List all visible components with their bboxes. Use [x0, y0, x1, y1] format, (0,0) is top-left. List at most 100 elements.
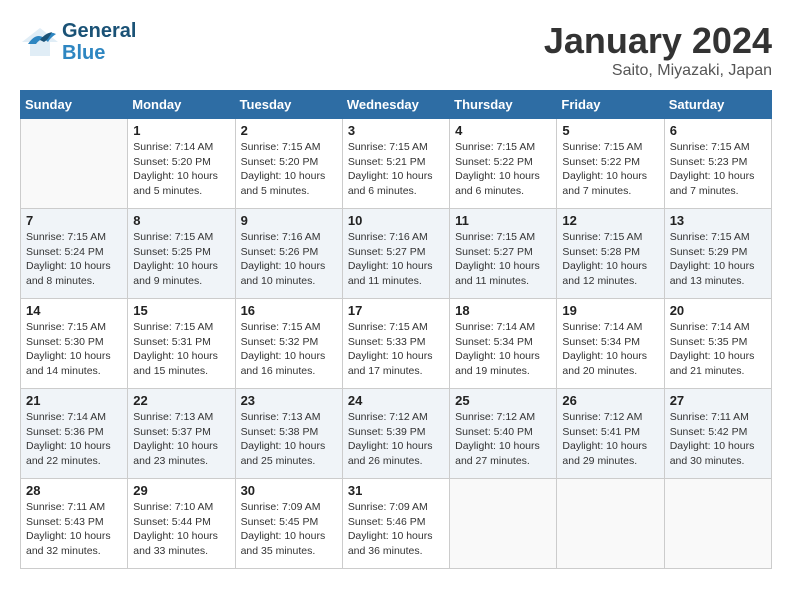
day-number: 24: [348, 393, 444, 408]
day-number: 15: [133, 303, 229, 318]
calendar-day-cell: 18 Sunrise: 7:14 AMSunset: 5:34 PMDayligh…: [450, 299, 557, 389]
calendar-day-cell: [557, 479, 664, 569]
calendar-day-cell: 29 Sunrise: 7:10 AMSunset: 5:44 PMDayligh…: [128, 479, 235, 569]
day-number: 2: [241, 123, 337, 138]
day-number: 30: [241, 483, 337, 498]
day-number: 26: [562, 393, 658, 408]
day-info: Sunrise: 7:15 AMSunset: 5:29 PMDaylight:…: [670, 230, 766, 289]
calendar-day-cell: 7Sunrise: 7:15 AMSunset: 5:24 PMDaylight…: [21, 209, 128, 299]
day-number: 17: [348, 303, 444, 318]
day-info: Sunrise: 7:15 AMSunset: 5:23 PMDaylight:…: [670, 140, 766, 199]
day-info: Sunrise: 7:13 AMSunset: 5:37 PMDaylight:…: [133, 410, 229, 469]
title-area: January 2024 Saito, Miyazaki, Japan: [544, 20, 772, 80]
day-info: Sunrise: 7:15 AMSunset: 5:22 PMDaylight:…: [562, 140, 658, 199]
calendar-day-cell: [664, 479, 771, 569]
calendar-day-cell: 20 Sunrise: 7:14 AMSunset: 5:35 PMDayligh…: [664, 299, 771, 389]
calendar-day-cell: 25 Sunrise: 7:12 AMSunset: 5:40 PMDayligh…: [450, 389, 557, 479]
calendar-day-cell: 19 Sunrise: 7:14 AMSunset: 5:34 PMDayligh…: [557, 299, 664, 389]
calendar-day-cell: 24 Sunrise: 7:12 AMSunset: 5:39 PMDayligh…: [342, 389, 449, 479]
day-info: Sunrise: 7:15 AMSunset: 5:27 PMDaylight:…: [455, 230, 551, 289]
day-number: 20: [670, 303, 766, 318]
calendar-day-cell: 16Sunrise: 7:15 AMSunset: 5:32 PMDayligh…: [235, 299, 342, 389]
day-info: Sunrise: 7:13 AMSunset: 5:38 PMDaylight:…: [241, 410, 337, 469]
calendar-day-cell: 11 Sunrise: 7:15 AMSunset: 5:27 PMDayligh…: [450, 209, 557, 299]
day-info: Sunrise: 7:15 AMSunset: 5:28 PMDaylight:…: [562, 230, 658, 289]
calendar-day-cell: 3Sunrise: 7:15 AMSunset: 5:21 PMDaylight…: [342, 119, 449, 209]
calendar-week-row: 7Sunrise: 7:15 AMSunset: 5:24 PMDaylight…: [21, 209, 772, 299]
calendar-day-cell: 21 Sunrise: 7:14 AMSunset: 5:36 PMDayligh…: [21, 389, 128, 479]
calendar-day-cell: 6 Sunrise: 7:15 AMSunset: 5:23 PMDaylight…: [664, 119, 771, 209]
day-number: 4: [455, 123, 551, 138]
day-info: Sunrise: 7:16 AMSunset: 5:26 PMDaylight:…: [241, 230, 337, 289]
day-info: Sunrise: 7:14 AMSunset: 5:36 PMDaylight:…: [26, 410, 122, 469]
day-number: 7: [26, 213, 122, 228]
day-info: Sunrise: 7:14 AMSunset: 5:35 PMDaylight:…: [670, 320, 766, 379]
calendar-week-row: 28Sunrise: 7:11 AMSunset: 5:43 PMDayligh…: [21, 479, 772, 569]
day-info: Sunrise: 7:16 AMSunset: 5:27 PMDaylight:…: [348, 230, 444, 289]
column-header-tuesday: Tuesday: [235, 91, 342, 119]
day-number: 19: [562, 303, 658, 318]
calendar-day-cell: 2 Sunrise: 7:15 AMSunset: 5:20 PMDaylight…: [235, 119, 342, 209]
column-header-sunday: Sunday: [21, 91, 128, 119]
column-header-monday: Monday: [128, 91, 235, 119]
calendar-day-cell: 13Sunrise: 7:15 AMSunset: 5:29 PMDayligh…: [664, 209, 771, 299]
day-info: Sunrise: 7:15 AMSunset: 5:31 PMDaylight:…: [133, 320, 229, 379]
calendar-day-cell: 26Sunrise: 7:12 AMSunset: 5:41 PMDayligh…: [557, 389, 664, 479]
calendar-day-cell: 28Sunrise: 7:11 AMSunset: 5:43 PMDayligh…: [21, 479, 128, 569]
calendar-header-row: SundayMondayTuesdayWednesdayThursdayFrid…: [21, 91, 772, 119]
day-info: Sunrise: 7:15 AMSunset: 5:30 PMDaylight:…: [26, 320, 122, 379]
day-number: 11: [455, 213, 551, 228]
column-header-saturday: Saturday: [664, 91, 771, 119]
calendar-title: January 2024: [544, 20, 772, 62]
day-number: 27: [670, 393, 766, 408]
day-number: 6: [670, 123, 766, 138]
column-header-wednesday: Wednesday: [342, 91, 449, 119]
day-number: 22: [133, 393, 229, 408]
day-number: 18: [455, 303, 551, 318]
day-number: 21: [26, 393, 122, 408]
logo-bird-icon: [20, 24, 60, 60]
logo-text-general: General: [62, 20, 136, 42]
day-info: Sunrise: 7:09 AMSunset: 5:46 PMDaylight:…: [348, 500, 444, 559]
logo: General Blue: [20, 20, 136, 64]
day-info: Sunrise: 7:15 AMSunset: 5:32 PMDaylight:…: [241, 320, 337, 379]
day-number: 14: [26, 303, 122, 318]
day-info: Sunrise: 7:14 AMSunset: 5:20 PMDaylight:…: [133, 140, 229, 199]
calendar-day-cell: 9 Sunrise: 7:16 AMSunset: 5:26 PMDaylight…: [235, 209, 342, 299]
day-number: 8: [133, 213, 229, 228]
column-header-friday: Friday: [557, 91, 664, 119]
calendar-week-row: 21 Sunrise: 7:14 AMSunset: 5:36 PMDayligh…: [21, 389, 772, 479]
calendar-day-cell: [450, 479, 557, 569]
calendar-day-cell: 8Sunrise: 7:15 AMSunset: 5:25 PMDaylight…: [128, 209, 235, 299]
calendar-day-cell: 4 Sunrise: 7:15 AMSunset: 5:22 PMDaylight…: [450, 119, 557, 209]
day-number: 25: [455, 393, 551, 408]
calendar-day-cell: 31Sunrise: 7:09 AMSunset: 5:46 PMDayligh…: [342, 479, 449, 569]
day-info: Sunrise: 7:09 AMSunset: 5:45 PMDaylight:…: [241, 500, 337, 559]
day-info: Sunrise: 7:12 AMSunset: 5:39 PMDaylight:…: [348, 410, 444, 469]
page-header: General Blue January 2024 Saito, Miyazak…: [20, 20, 772, 80]
day-info: Sunrise: 7:11 AMSunset: 5:42 PMDaylight:…: [670, 410, 766, 469]
day-number: 3: [348, 123, 444, 138]
calendar-week-row: 1 Sunrise: 7:14 AMSunset: 5:20 PMDaylight…: [21, 119, 772, 209]
calendar-day-cell: 12Sunrise: 7:15 AMSunset: 5:28 PMDayligh…: [557, 209, 664, 299]
day-number: 10: [348, 213, 444, 228]
calendar-week-row: 14 Sunrise: 7:15 AMSunset: 5:30 PMDayligh…: [21, 299, 772, 389]
calendar-day-cell: 10 Sunrise: 7:16 AMSunset: 5:27 PMDayligh…: [342, 209, 449, 299]
day-number: 29: [133, 483, 229, 498]
day-info: Sunrise: 7:12 AMSunset: 5:40 PMDaylight:…: [455, 410, 551, 469]
calendar-day-cell: 15 Sunrise: 7:15 AMSunset: 5:31 PMDayligh…: [128, 299, 235, 389]
calendar-day-cell: 1 Sunrise: 7:14 AMSunset: 5:20 PMDaylight…: [128, 119, 235, 209]
day-info: Sunrise: 7:14 AMSunset: 5:34 PMDaylight:…: [562, 320, 658, 379]
day-info: Sunrise: 7:14 AMSunset: 5:34 PMDaylight:…: [455, 320, 551, 379]
day-info: Sunrise: 7:10 AMSunset: 5:44 PMDaylight:…: [133, 500, 229, 559]
calendar-day-cell: 30 Sunrise: 7:09 AMSunset: 5:45 PMDayligh…: [235, 479, 342, 569]
day-info: Sunrise: 7:15 AMSunset: 5:20 PMDaylight:…: [241, 140, 337, 199]
logo-text-blue: Blue: [62, 42, 136, 64]
column-header-thursday: Thursday: [450, 91, 557, 119]
day-info: Sunrise: 7:15 AMSunset: 5:22 PMDaylight:…: [455, 140, 551, 199]
calendar-day-cell: [21, 119, 128, 209]
day-number: 1: [133, 123, 229, 138]
day-number: 9: [241, 213, 337, 228]
calendar-day-cell: 23Sunrise: 7:13 AMSunset: 5:38 PMDayligh…: [235, 389, 342, 479]
calendar-day-cell: 5Sunrise: 7:15 AMSunset: 5:22 PMDaylight…: [557, 119, 664, 209]
